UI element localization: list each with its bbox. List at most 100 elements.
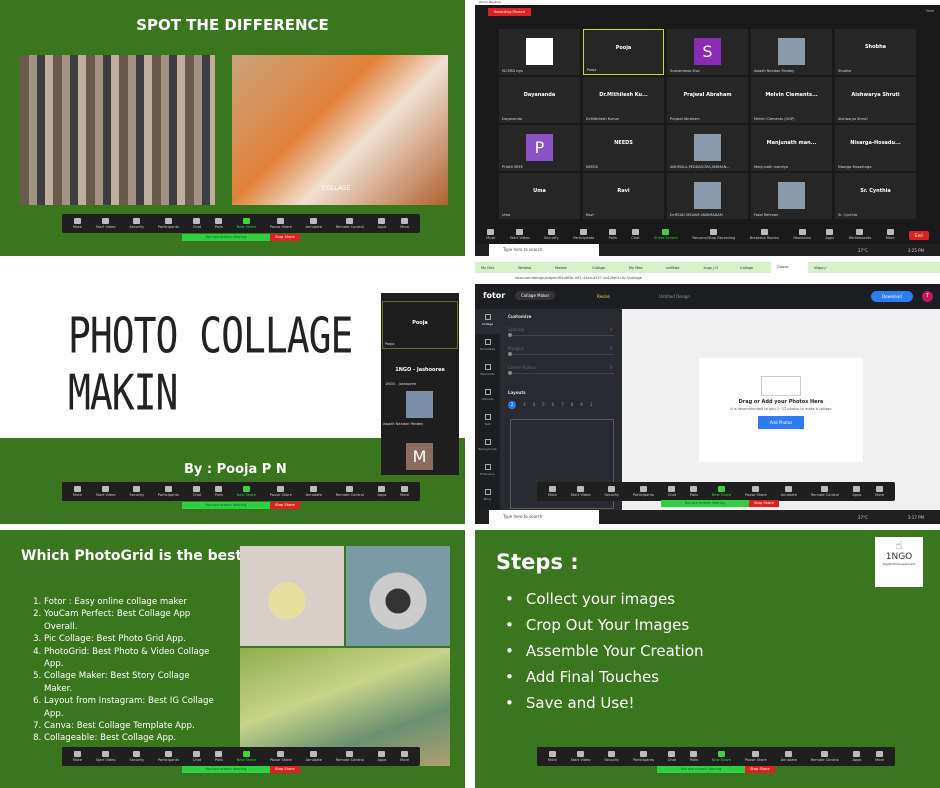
participants-button[interactable]: Participants (633, 485, 654, 498)
apps-button[interactable]: Apps (378, 750, 386, 763)
pause-share-button[interactable]: Pause Share (270, 750, 292, 763)
start-video-button[interactable]: Start Video (96, 217, 116, 230)
start-video-button[interactable]: Start Video (571, 485, 591, 498)
pause-share-button[interactable]: Pause Share (270, 485, 292, 498)
participants-button[interactable]: Participants (158, 217, 179, 230)
participants-button[interactable]: Participants (158, 750, 179, 763)
security-button[interactable]: Security (129, 217, 144, 230)
stop-share-button[interactable]: Stop Share (745, 766, 775, 773)
layout-count-option[interactable]: 7 (561, 401, 564, 409)
pause-share-button[interactable]: Pause Share (745, 485, 767, 498)
layout-count-option[interactable]: 3 (523, 401, 526, 409)
chat-button[interactable]: Chat (193, 485, 201, 498)
annotate-button[interactable]: Annotate (306, 750, 322, 763)
browser-tab[interactable]: Collage (586, 266, 623, 270)
sidebar-item-uploads[interactable]: Uploads (475, 384, 500, 409)
remote-control-button[interactable]: Remote Control (336, 485, 364, 498)
sidebar-item-collage[interactable]: Collage (475, 309, 500, 334)
chat-button[interactable]: Chat (193, 217, 201, 230)
new-share-button[interactable]: New Share (712, 485, 731, 498)
security-button[interactable]: Security (129, 750, 144, 763)
sidebar-item-extension[interactable]: Extension (475, 459, 500, 484)
browser-tab[interactable]: Collage (734, 266, 771, 270)
layout-count-option[interactable]: 1 (590, 401, 593, 409)
stop-share-button[interactable]: Stop Share (270, 502, 300, 509)
annotate-button[interactable]: Annotate (306, 485, 322, 498)
more-button[interactable]: More (400, 485, 409, 498)
layout-count-option[interactable]: 4 (533, 401, 536, 409)
document-title[interactable]: Untitled Design (659, 294, 690, 299)
view-button[interactable]: View (926, 9, 934, 13)
chat-button[interactable]: Chat (668, 750, 676, 763)
more-button[interactable]: More (400, 750, 409, 763)
browser-tab[interactable]: My Driv (475, 266, 512, 270)
security-button[interactable]: Security (604, 485, 619, 498)
stop-share-button[interactable]: Stop Share (749, 500, 779, 507)
polls-button[interactable]: Polls (215, 750, 223, 763)
sidebar-item-more[interactable]: More (475, 484, 500, 509)
apps-button[interactable]: Apps (378, 485, 386, 498)
security-button[interactable]: Security (129, 485, 144, 498)
browser-tab[interactable]: WhatsA (512, 266, 549, 270)
recording-badge[interactable]: Recording Paused (488, 8, 531, 16)
start-video-button[interactable]: Start Video (571, 750, 591, 763)
slider-handle[interactable] (508, 352, 512, 356)
security-button[interactable]: Security (544, 229, 559, 241)
mute-button[interactable]: Mute (73, 485, 82, 498)
remote-control-button[interactable]: Remote Control (336, 217, 364, 230)
more-button[interactable]: More (400, 217, 409, 230)
sidebar-item-background[interactable]: Background (475, 434, 500, 459)
add-photos-button[interactable]: Add Photos (758, 416, 804, 429)
user-avatar[interactable]: T (922, 291, 933, 302)
security-button[interactable]: Security (604, 750, 619, 763)
more-button[interactable]: More (875, 485, 884, 498)
new-share-button[interactable]: New Share (237, 750, 256, 763)
new-share-button[interactable]: New Share (237, 217, 256, 230)
taskbar-search[interactable]: Type here to search (489, 244, 599, 256)
resize-button[interactable]: Resize (597, 294, 610, 299)
polls-button[interactable]: Polls (690, 485, 698, 498)
browser-tab[interactable]: https:// (808, 266, 845, 270)
participants-button[interactable]: Participants (633, 750, 654, 763)
slider-handle[interactable] (508, 371, 512, 375)
stop-share-button[interactable]: Stop Share (270, 234, 300, 241)
chat-button[interactable]: Chat (631, 229, 640, 241)
layout-count-option[interactable]: 2 (508, 401, 516, 409)
fotor-logo[interactable]: fotor (483, 291, 505, 300)
slider-spacing[interactable] (508, 335, 614, 336)
remote-control-button[interactable]: Remote Control (811, 485, 839, 498)
participants-button[interactable]: Participants (573, 229, 594, 241)
download-button[interactable]: Download (871, 291, 913, 302)
sidebar-item-templates[interactable]: Templates (475, 334, 500, 359)
mute-button[interactable]: Mute (548, 485, 557, 498)
browser-tab[interactable]: Master (549, 266, 586, 270)
chat-button[interactable]: Chat (668, 485, 676, 498)
sidebar-item-text[interactable]: Text (475, 409, 500, 434)
more-button[interactable]: More (886, 229, 895, 241)
mute-button[interactable]: Mute (73, 750, 82, 763)
start-video-button[interactable]: Start Video (96, 750, 116, 763)
apps-button[interactable]: Apps (825, 229, 834, 241)
layout-count-option[interactable]: 8 (571, 401, 574, 409)
annotate-button[interactable]: Annotate (306, 217, 322, 230)
layout-count-option[interactable]: 5 (542, 401, 545, 409)
layout-count-option[interactable]: 6 (552, 401, 555, 409)
polls-button[interactable]: Polls (215, 485, 223, 498)
mode-dropdown[interactable]: Collage Maker (515, 291, 556, 300)
polls-button[interactable]: Polls (215, 217, 223, 230)
browser-tab[interactable]: 1ngo | H (697, 266, 734, 270)
reactions-button[interactable]: Reactions (793, 229, 811, 241)
remote-control-button[interactable]: Remote Control (811, 750, 839, 763)
browser-tab[interactable]: My Mee (623, 266, 660, 270)
annotate-button[interactable]: Annotate (781, 485, 797, 498)
sidebar-item-elements[interactable]: Elements (475, 359, 500, 384)
slider-corner-radius[interactable] (508, 373, 614, 374)
start-video-button[interactable]: Start Video (96, 485, 116, 498)
polls-button[interactable]: Polls (609, 229, 617, 241)
mute-button[interactable]: Mute (486, 229, 495, 241)
taskbar-search[interactable]: Type here to search (489, 510, 599, 524)
chat-button[interactable]: Chat (193, 750, 201, 763)
browser-tab[interactable]: Classic (771, 262, 808, 273)
address-bar[interactable]: fotor.com/design/project/ff1d8f5e-0ff1-4… (475, 273, 940, 284)
breakout-rooms-button[interactable]: Breakout Rooms (750, 229, 779, 241)
